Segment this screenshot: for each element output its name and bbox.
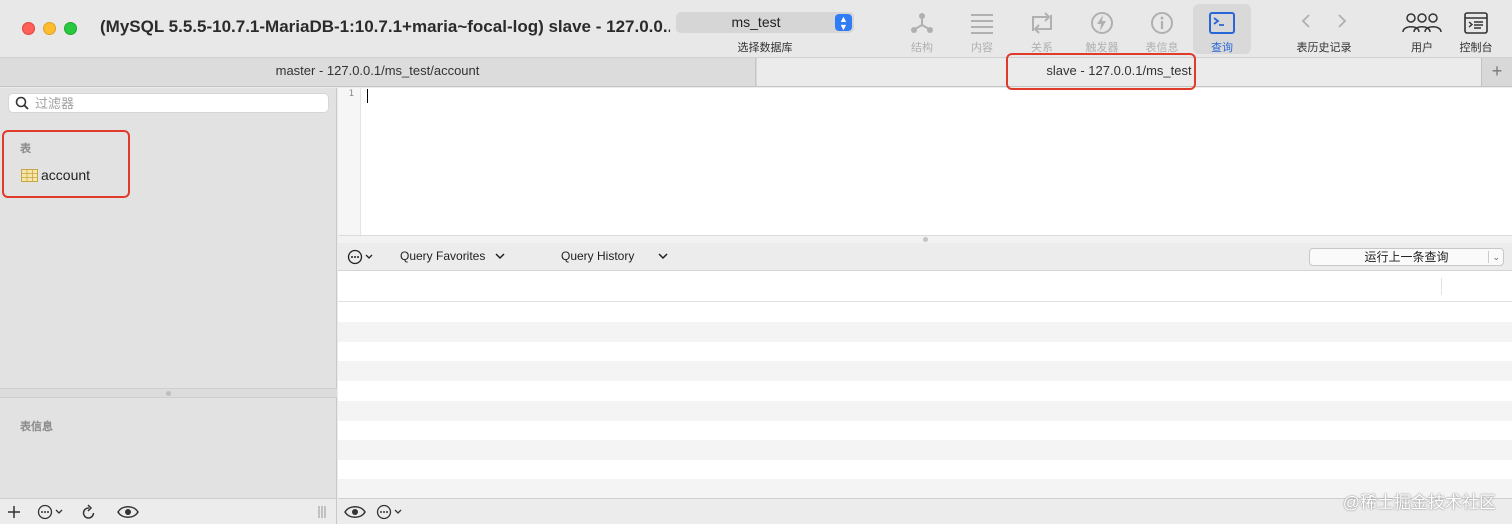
table-row <box>338 440 1512 460</box>
lightning-icon <box>1073 10 1131 36</box>
eye-icon[interactable] <box>117 503 139 521</box>
table-item-account[interactable]: account <box>21 165 90 185</box>
query-label: 查询 <box>1211 42 1233 54</box>
query-button[interactable]: 查询 <box>1193 4 1251 54</box>
more-options-icon <box>347 249 373 265</box>
window-title: (MySQL 5.5.5-10.7.1-MariaDB-1:10.7.1+mar… <box>100 17 670 36</box>
tab-slave[interactable]: slave - 127.0.0.1/ms_test <box>757 58 1481 86</box>
info-icon <box>1133 10 1191 36</box>
structure-icon <box>893 10 951 36</box>
watermark: @稀土掘金技术社区 <box>1342 493 1496 512</box>
table-row <box>338 322 1512 342</box>
table-row <box>338 361 1512 381</box>
history-nav: 表历史记录 <box>1284 4 1364 54</box>
triggers-label: 触发器 <box>1085 42 1119 54</box>
list-icon <box>953 10 1011 36</box>
back-chevron-icon[interactable] <box>1300 13 1312 34</box>
console-icon <box>1447 10 1505 36</box>
terminal-icon <box>1193 10 1251 36</box>
query-favorites-label: Query Favorites <box>400 249 486 263</box>
table-icon <box>21 168 38 182</box>
text-caret <box>367 89 368 103</box>
table-info-label: 表信息 <box>1145 42 1179 54</box>
table-row <box>338 401 1512 421</box>
relations-icon <box>1013 10 1071 36</box>
history-label: 表历史记录 <box>1296 42 1352 54</box>
run-last-query-button[interactable]: 运行上一条查询 ⌄ <box>1309 248 1504 266</box>
sidebar-split-handle[interactable] <box>0 388 337 398</box>
tab-bar: master - 127.0.0.1/ms_test/account slave… <box>0 58 1512 87</box>
tab-master[interactable]: master - 127.0.0.1/ms_test/account <box>0 58 756 86</box>
users-button[interactable]: 用户 <box>1393 4 1451 54</box>
query-history-menu[interactable]: Query History <box>561 249 670 263</box>
relations-label: 关系 <box>1031 42 1053 54</box>
tables-header: 表 <box>20 143 31 155</box>
more-options-icon[interactable] <box>376 503 404 521</box>
minimize-window-button[interactable] <box>43 22 56 35</box>
resize-grip-icon[interactable] <box>318 503 326 521</box>
content-button[interactable]: 内容 <box>953 4 1011 54</box>
filter-input[interactable] <box>35 95 315 111</box>
tab-slave-label: slave - 127.0.0.1/ms_test <box>1046 63 1192 78</box>
users-icon <box>1393 10 1451 36</box>
eye-icon[interactable] <box>344 503 366 521</box>
chevron-down-icon <box>658 253 668 260</box>
more-options-icon[interactable] <box>37 503 65 521</box>
database-select-value: ms_test <box>731 14 781 30</box>
content-label: 内容 <box>971 42 993 54</box>
structure-label: 结构 <box>911 42 933 54</box>
query-favorites-menu[interactable]: Query Favorites <box>400 249 507 263</box>
add-tab-button[interactable]: + <box>1481 58 1512 86</box>
chevron-down-icon <box>495 253 505 260</box>
results-bottom-bar <box>338 498 1512 524</box>
search-icon <box>15 96 29 115</box>
tab-master-label: master - 127.0.0.1/ms_test/account <box>275 63 480 78</box>
table-info-header: 表信息 <box>20 421 53 433</box>
chevron-down-icon: ⌄ <box>1492 252 1500 262</box>
filter-field[interactable] <box>8 93 329 113</box>
query-options-button[interactable] <box>347 249 375 265</box>
sidebar: 表 account 表信息 <box>0 88 337 498</box>
refresh-icon[interactable] <box>82 503 96 521</box>
add-table-icon[interactable] <box>8 503 20 521</box>
sidebar-bottom-bar <box>0 498 337 524</box>
results-grid[interactable] <box>338 271 1512 499</box>
triggers-button[interactable]: 触发器 <box>1073 4 1131 54</box>
console-button[interactable]: 控制台 <box>1447 4 1505 54</box>
forward-chevron-icon[interactable] <box>1336 13 1348 34</box>
structure-button[interactable]: 结构 <box>893 4 951 54</box>
console-label: 控制台 <box>1459 42 1493 54</box>
relations-button[interactable]: 关系 <box>1013 4 1071 54</box>
database-select[interactable]: ms_test ▲ ▼ <box>676 12 854 33</box>
table-item-label: account <box>41 167 91 183</box>
users-label: 用户 <box>1411 42 1433 54</box>
line-gutter: 1 <box>338 88 361 235</box>
editor-split-handle[interactable] <box>338 235 1512 243</box>
run-last-query-label: 运行上一条查询 <box>1364 250 1449 264</box>
results-header <box>338 271 1512 302</box>
database-select-caption: 选择数据库 <box>737 42 793 54</box>
table-row <box>338 479 1512 499</box>
close-window-button[interactable] <box>22 22 35 35</box>
zoom-window-button[interactable] <box>64 22 77 35</box>
table-info-button[interactable]: 表信息 <box>1133 4 1191 54</box>
query-bar: Query Favorites Query History 运行上一条查询 ⌄ <box>338 243 1512 271</box>
line-number: 1 <box>348 89 354 99</box>
query-editor[interactable]: 1 <box>338 88 1512 235</box>
chevron-updown-icon: ▲ ▼ <box>835 14 852 32</box>
query-history-label: Query History <box>561 249 635 263</box>
window-toolbar: (MySQL 5.5.5-10.7.1-MariaDB-1:10.7.1+mar… <box>0 0 1512 58</box>
